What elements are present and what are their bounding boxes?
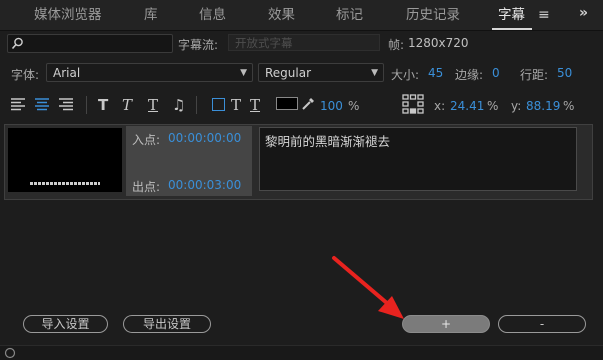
color-swatch[interactable] [276, 97, 298, 110]
search-input[interactable] [7, 34, 173, 53]
align-center-icon[interactable] [34, 96, 50, 112]
import-settings-button[interactable]: 导入设置 [23, 315, 108, 333]
status-icon [4, 347, 16, 359]
toolbar-divider [86, 96, 87, 114]
caption-text-field[interactable]: 黎明前的黑暗渐渐褪去 [259, 127, 577, 191]
align-right-icon[interactable] [58, 96, 74, 112]
align-left-icon[interactable] [10, 96, 26, 112]
tab-effects[interactable]: 效果 [268, 0, 295, 30]
tab-info[interactable]: 信息 [199, 0, 226, 30]
toolbar-divider [196, 96, 197, 114]
overflow-chevron-icon[interactable]: » [579, 5, 588, 21]
caption-stream-label: 字幕流: [178, 38, 219, 52]
underline-icon[interactable]: T [148, 96, 158, 114]
y-label: y: [511, 99, 522, 113]
search-icon [11, 37, 23, 50]
x-label: x: [434, 99, 446, 113]
panel-status-bar [0, 345, 603, 360]
in-point-value[interactable]: 00:00:00:00 [168, 131, 241, 145]
line-spacing-label: 行距: [520, 68, 549, 82]
edge-value[interactable]: 0 [492, 66, 500, 80]
y-value[interactable]: 88.19 [526, 99, 560, 113]
background-box-icon[interactable] [212, 98, 225, 111]
bold-icon[interactable]: T [98, 96, 108, 114]
annotation-arrow-icon [332, 256, 404, 319]
font-style-value: Regular [265, 66, 312, 80]
tab-markers[interactable]: 标记 [336, 0, 363, 30]
out-point-label: 出点: [132, 180, 161, 194]
add-caption-button[interactable]: + [402, 315, 490, 333]
music-note-icon[interactable]: ♫ [172, 96, 185, 114]
opacity-percent: % [348, 99, 360, 113]
edge-label: 边缘: [455, 68, 484, 82]
font-family-select[interactable]: Arial ▼ [46, 63, 253, 82]
tab-media-browser[interactable]: 媒体浏览器 [34, 0, 102, 30]
in-point-label: 入点: [132, 133, 161, 147]
tab-history[interactable]: 历史记录 [406, 0, 460, 30]
position-grid-icon[interactable] [402, 94, 424, 114]
frame-label: 帧: [388, 38, 405, 52]
panel-tab-bar: 媒体浏览器 库 信息 效果 标记 历史记录 字幕 ≡ » [0, 0, 603, 31]
font-label: 字体: [11, 68, 40, 82]
text-outline-icon[interactable]: T [250, 96, 260, 114]
text-color-icon[interactable]: T [231, 96, 241, 114]
panel-menu-icon[interactable]: ≡ [538, 8, 550, 22]
chevron-down-icon: ▼ [371, 68, 378, 78]
eyedropper-icon[interactable] [300, 96, 316, 112]
caption-stream-select: 开放式字幕 [228, 34, 380, 51]
remove-caption-button[interactable]: - [498, 315, 586, 333]
italic-icon[interactable]: T [122, 96, 132, 114]
size-value[interactable]: 45 [428, 66, 443, 80]
caption-thumbnail [8, 128, 122, 192]
export-settings-button[interactable]: 导出设置 [123, 315, 211, 333]
font-family-value: Arial [53, 66, 81, 80]
y-percent: % [563, 99, 575, 113]
x-value[interactable]: 24.41 [450, 99, 484, 113]
x-percent: % [487, 99, 499, 113]
font-style-select[interactable]: Regular ▼ [258, 63, 384, 82]
tab-captions[interactable]: 字幕 [498, 0, 525, 30]
opacity-value[interactable]: 100 [320, 99, 343, 113]
tab-libraries[interactable]: 库 [144, 0, 158, 30]
out-point-value[interactable]: 00:00:03:00 [168, 178, 241, 192]
frame-size-value: 1280x720 [408, 36, 469, 50]
chevron-down-icon: ▼ [240, 68, 247, 78]
size-label: 大小: [391, 68, 420, 82]
line-spacing-value[interactable]: 50 [557, 66, 572, 80]
active-tab-indicator [492, 28, 532, 30]
thumbnail-caption-preview [30, 182, 100, 185]
